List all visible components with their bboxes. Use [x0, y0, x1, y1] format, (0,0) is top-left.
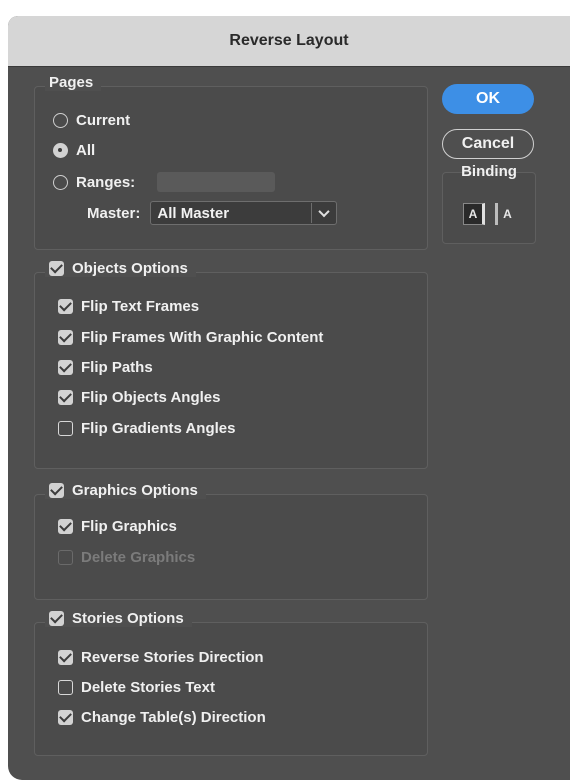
binding-label: Binding — [461, 163, 517, 180]
delete-graphics-label: Delete Graphics — [81, 549, 196, 566]
radio-ranges[interactable]: Ranges: — [53, 172, 276, 192]
flip-gradients-angles-label: Flip Gradients Angles — [81, 420, 236, 437]
change-tables-direction-label: Change Table(s) Direction — [81, 709, 266, 726]
cancel-button[interactable]: Cancel — [442, 129, 534, 159]
graphics-options-legend[interactable]: Graphics Options — [45, 482, 206, 499]
flip-frames-graphic-content-checkbox[interactable] — [58, 330, 73, 345]
flip-gradients-angles-checkbox[interactable] — [58, 421, 73, 436]
ranges-input[interactable] — [157, 172, 276, 192]
radio-current-circle[interactable] — [53, 113, 68, 128]
flip-paths-label: Flip Paths — [81, 359, 153, 376]
flip-frames-graphic-content[interactable]: Flip Frames With Graphic Content — [58, 329, 323, 346]
flip-gradients-angles[interactable]: Flip Gradients Angles — [58, 420, 235, 437]
flip-text-frames[interactable]: Flip Text Frames — [58, 298, 199, 315]
objects-options-label: Objects Options — [72, 260, 188, 277]
flip-objects-angles-label: Flip Objects Angles — [81, 389, 221, 406]
delete-graphics-checkbox — [58, 550, 73, 565]
stories-options-legend[interactable]: Stories Options — [45, 610, 192, 627]
master-label: Master: — [87, 204, 141, 222]
master-dropdown-value: All Master — [157, 204, 230, 222]
graphics-options-label: Graphics Options — [72, 482, 198, 499]
flip-paths-checkbox[interactable] — [58, 360, 73, 375]
flip-paths[interactable]: Flip Paths — [58, 359, 153, 376]
reverse-stories-direction[interactable]: Reverse Stories Direction — [58, 649, 264, 666]
radio-current-label: Current — [76, 112, 131, 129]
ok-button[interactable]: OK — [442, 84, 534, 114]
reverse-stories-direction-label: Reverse Stories Direction — [81, 649, 264, 666]
change-tables-direction[interactable]: Change Table(s) Direction — [58, 709, 266, 726]
delete-stories-text[interactable]: Delete Stories Text — [58, 679, 215, 696]
stories-options-label: Stories Options — [72, 610, 184, 627]
radio-ranges-circle[interactable] — [53, 174, 68, 190]
flip-objects-angles-checkbox[interactable] — [58, 390, 73, 405]
master-dropdown[interactable]: All Master — [150, 201, 338, 225]
delete-graphics: Delete Graphics — [58, 549, 195, 566]
objects-options-legend[interactable]: Objects Options — [45, 260, 196, 277]
flip-graphics-label: Flip Graphics — [81, 518, 177, 535]
reverse-stories-direction-checkbox[interactable] — [58, 650, 73, 665]
binding-left-to-right-icon[interactable]: A — [463, 203, 485, 225]
flip-graphics[interactable]: Flip Graphics — [58, 518, 177, 535]
reverse-layout-dialog: Reverse Layout Pages Current All Ranges:… — [8, 16, 570, 780]
graphics-options-panel: Graphics Options — [34, 482, 428, 600]
radio-all[interactable]: All — [53, 142, 95, 159]
change-tables-direction-checkbox[interactable] — [58, 710, 73, 725]
objects-options-checkbox[interactable] — [49, 261, 64, 276]
pages-panel: Pages Current All Ranges: Master: All Ma… — [34, 74, 428, 250]
flip-objects-angles[interactable]: Flip Objects Angles — [58, 389, 220, 406]
radio-all-label: All — [76, 142, 96, 159]
binding-right-to-left-icon[interactable]: A — [495, 203, 517, 225]
delete-stories-text-checkbox[interactable] — [58, 680, 73, 695]
pages-label: Pages — [49, 74, 94, 91]
binding-group: Binding A A — [442, 163, 536, 244]
radio-all-circle[interactable] — [53, 143, 68, 158]
master-row: Master: All Master — [87, 201, 338, 225]
flip-text-frames-checkbox[interactable] — [58, 299, 73, 314]
radio-current[interactable]: Current — [53, 112, 130, 129]
chevron-down-icon[interactable] — [311, 203, 336, 223]
flip-frames-graphic-content-label: Flip Frames With Graphic Content — [81, 329, 324, 346]
stories-options-checkbox[interactable] — [49, 611, 64, 626]
pages-legend: Pages — [45, 74, 102, 91]
dialog-title: Reverse Layout — [8, 16, 570, 67]
delete-stories-text-label: Delete Stories Text — [81, 679, 215, 696]
radio-ranges-label: Ranges: — [76, 173, 136, 191]
flip-text-frames-label: Flip Text Frames — [81, 298, 200, 315]
flip-graphics-checkbox[interactable] — [58, 519, 73, 534]
graphics-options-checkbox[interactable] — [49, 483, 64, 498]
